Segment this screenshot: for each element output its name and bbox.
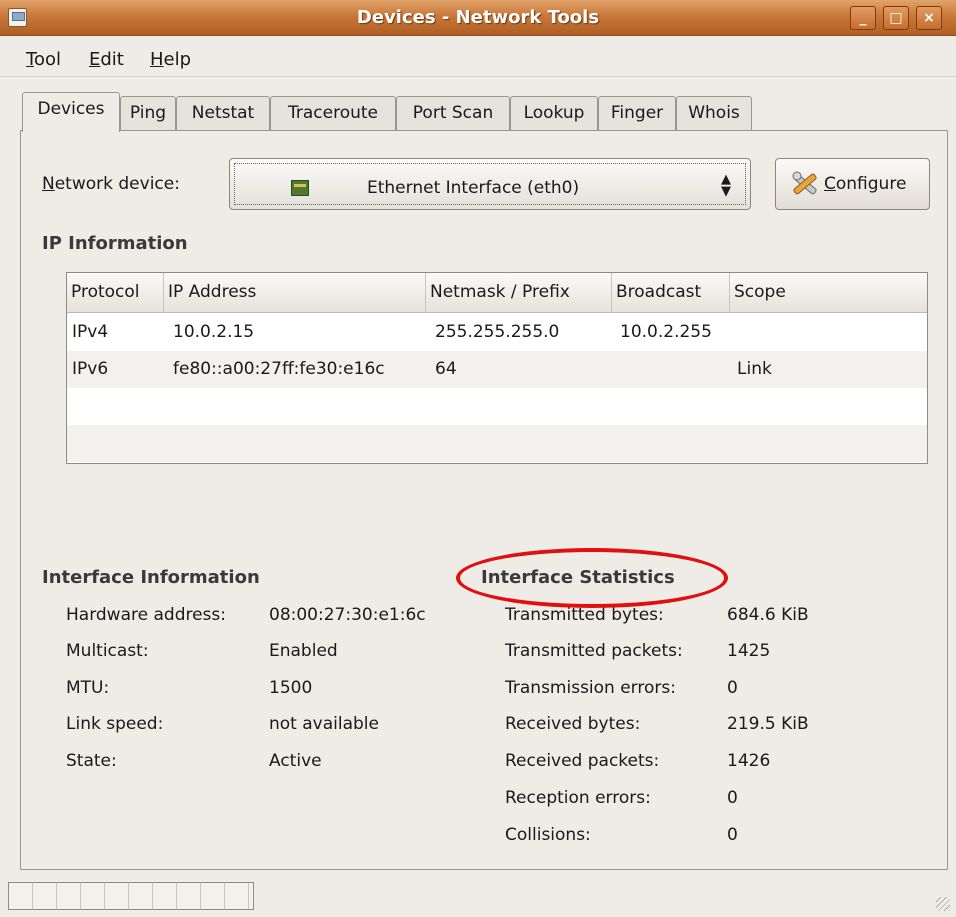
tab-netstat[interactable]: Netstat: [176, 96, 270, 130]
menu-tool-label: ool: [33, 49, 61, 70]
menu-help-accel: H: [150, 49, 164, 70]
link-speed-value: not available: [269, 714, 379, 734]
column-header-netmask[interactable]: Netmask / Prefix: [426, 273, 612, 313]
cell-ip-address: 10.0.2.15: [173, 322, 255, 342]
table-row[interactable]: IPv4 10.0.2.15 255.255.255.0 10.0.2.255: [67, 314, 927, 351]
cell-protocol: IPv6: [72, 359, 109, 379]
menu-tool[interactable]: Tool: [26, 49, 61, 70]
cell-broadcast: 10.0.2.255: [620, 322, 712, 342]
ip-information-title: IP Information: [42, 233, 188, 254]
table-row[interactable]: IPv6 fe80::a00:27ff:fe30:e16c 64 Link: [67, 351, 927, 388]
multicast-value: Enabled: [269, 641, 338, 661]
state-value: Active: [269, 751, 322, 771]
tab-finger[interactable]: Finger: [598, 96, 676, 130]
received-bytes-label: Received bytes:: [505, 714, 641, 734]
mtu-value: 1500: [269, 678, 313, 698]
received-packets-label: Received packets:: [505, 751, 660, 771]
reception-errors-label: Reception errors:: [505, 788, 651, 808]
transmitted-packets-value: 1425: [727, 641, 771, 661]
menu-edit-accel: E: [89, 49, 101, 70]
menu-edit-label: dit: [100, 49, 124, 70]
cell-ip-address: fe80::a00:27ff:fe30:e16c: [173, 359, 385, 379]
column-header-ip-address[interactable]: IP Address: [164, 273, 426, 313]
cell-protocol: IPv4: [72, 322, 109, 342]
combo-arrows-icon: ▲ ▼: [721, 172, 731, 199]
configure-accel: C: [824, 174, 836, 194]
multicast-label: Multicast:: [66, 641, 149, 661]
network-device-accel: N: [42, 174, 55, 194]
configure-label: Configure: [824, 174, 906, 194]
tab-traceroute[interactable]: Traceroute: [270, 96, 396, 130]
table-header: Protocol IP Address Netmask / Prefix Bro…: [67, 273, 927, 313]
ip-information-table[interactable]: Protocol IP Address Netmask / Prefix Bro…: [66, 272, 928, 464]
transmitted-bytes-label: Transmitted bytes:: [505, 605, 664, 625]
minimize-button[interactable]: _: [850, 6, 876, 30]
menu-tool-accel: T: [26, 49, 34, 70]
collisions-value: 0: [727, 825, 738, 845]
hardware-address-label: Hardware address:: [66, 605, 226, 625]
network-device-label: Network device:: [42, 174, 180, 194]
highlight-ellipse: [456, 548, 728, 608]
transmitted-bytes-value: 684.6 KiB: [727, 605, 809, 625]
tab-whois[interactable]: Whois: [676, 96, 752, 130]
network-device-label-text: etwork device:: [54, 174, 180, 194]
table-row-empty: [67, 388, 927, 425]
tools-icon: [792, 171, 817, 195]
collisions-label: Collisions:: [505, 825, 591, 845]
tab-port-scan[interactable]: Port Scan: [396, 96, 510, 130]
configure-label-text: onfigure: [835, 174, 907, 194]
column-header-protocol[interactable]: Protocol: [67, 273, 164, 313]
tab-lookup[interactable]: Lookup: [510, 96, 598, 130]
column-header-broadcast[interactable]: Broadcast: [612, 273, 730, 313]
menu-bar: Tool Edit Help: [0, 37, 956, 77]
menu-edit[interactable]: Edit: [89, 49, 124, 70]
cell-netmask: 64: [435, 359, 457, 379]
cell-netmask: 255.255.255.0: [435, 322, 560, 342]
transmission-errors-value: 0: [727, 678, 738, 698]
resize-grip-icon[interactable]: [936, 897, 950, 911]
transmitted-packets-label: Transmitted packets:: [505, 641, 683, 661]
state-label: State:: [66, 751, 117, 771]
transmission-errors-label: Transmission errors:: [505, 678, 676, 698]
progress-bar: [8, 882, 254, 910]
table-row-empty: [67, 425, 927, 462]
column-header-scope[interactable]: Scope: [730, 273, 927, 313]
received-bytes-value: 219.5 KiB: [727, 714, 809, 734]
menu-help-label: elp: [163, 49, 192, 70]
tab-ping[interactable]: Ping: [120, 96, 176, 130]
link-speed-label: Link speed:: [66, 714, 164, 734]
status-bar: [0, 876, 956, 917]
menu-help[interactable]: Help: [150, 49, 191, 70]
title-bar: Devices - Network Tools _ □ ×: [0, 0, 956, 36]
mtu-label: MTU:: [66, 678, 110, 698]
network-device-select[interactable]: Ethernet Interface (eth0) ▲ ▼: [229, 158, 751, 210]
window-title: Devices - Network Tools: [356, 7, 600, 28]
cell-scope: Link: [737, 359, 772, 379]
tab-devices[interactable]: Devices: [22, 92, 120, 132]
hardware-address-value: 08:00:27:30:e1:6c: [269, 605, 426, 625]
reception-errors-value: 0: [727, 788, 738, 808]
received-packets-value: 1426: [727, 751, 771, 771]
maximize-button[interactable]: □: [883, 6, 909, 30]
configure-button[interactable]: Configure: [775, 158, 930, 210]
network-device-value: Ethernet Interface (eth0): [367, 178, 580, 198]
interface-information-title: Interface Information: [42, 567, 260, 588]
network-card-icon: [291, 180, 309, 196]
close-button[interactable]: ×: [916, 6, 942, 30]
combo-focus-ring: Ethernet Interface (eth0) ▲ ▼: [234, 163, 746, 205]
